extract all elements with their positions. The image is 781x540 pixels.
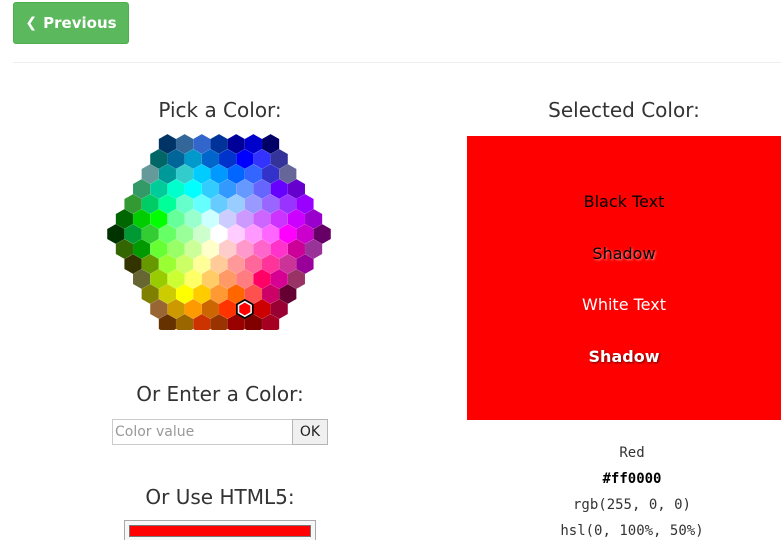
black-text-sample: Black Text	[583, 192, 665, 211]
selected-color-heading: Selected Color:	[548, 98, 700, 122]
previous-button-label: Previous	[43, 14, 117, 32]
color-hsl: hsl(0, 100%, 50%)	[560, 523, 704, 539]
chevron-left-icon: ❮	[25, 15, 38, 31]
color-info: Red #ff0000 rgb(255, 0, 0) hsl(0, 100%, …	[467, 440, 781, 540]
white-shadow-sample: Shadow	[588, 347, 660, 366]
color-name: Red	[619, 445, 645, 461]
color-value-input[interactable]	[112, 419, 292, 445]
hexagon-grid[interactable]	[107, 134, 331, 330]
color-rgb: rgb(255, 0, 0)	[572, 497, 691, 513]
html5-color-swatch	[129, 525, 311, 537]
color-entry-form: OK	[112, 419, 328, 445]
hexagon-color-map[interactable]	[107, 134, 331, 330]
ok-button[interactable]: OK	[292, 419, 328, 445]
previous-button[interactable]: ❮ Previous	[13, 2, 129, 44]
enter-color-heading: Or Enter a Color:	[136, 382, 304, 406]
pick-color-heading: Pick a Color:	[158, 98, 282, 122]
white-text-sample: White Text	[582, 295, 666, 314]
color-hex: #ff0000	[602, 471, 662, 487]
selected-color-preview: Black Text Shadow White Text Shadow	[467, 136, 781, 420]
divider	[13, 62, 781, 63]
black-shadow-sample: Shadow	[592, 244, 656, 263]
color-picker-page: ❮ Previous Pick a Color: Or Enter a Colo…	[0, 0, 781, 540]
html5-color-input[interactable]	[124, 520, 316, 540]
html5-heading: Or Use HTML5:	[145, 485, 295, 509]
